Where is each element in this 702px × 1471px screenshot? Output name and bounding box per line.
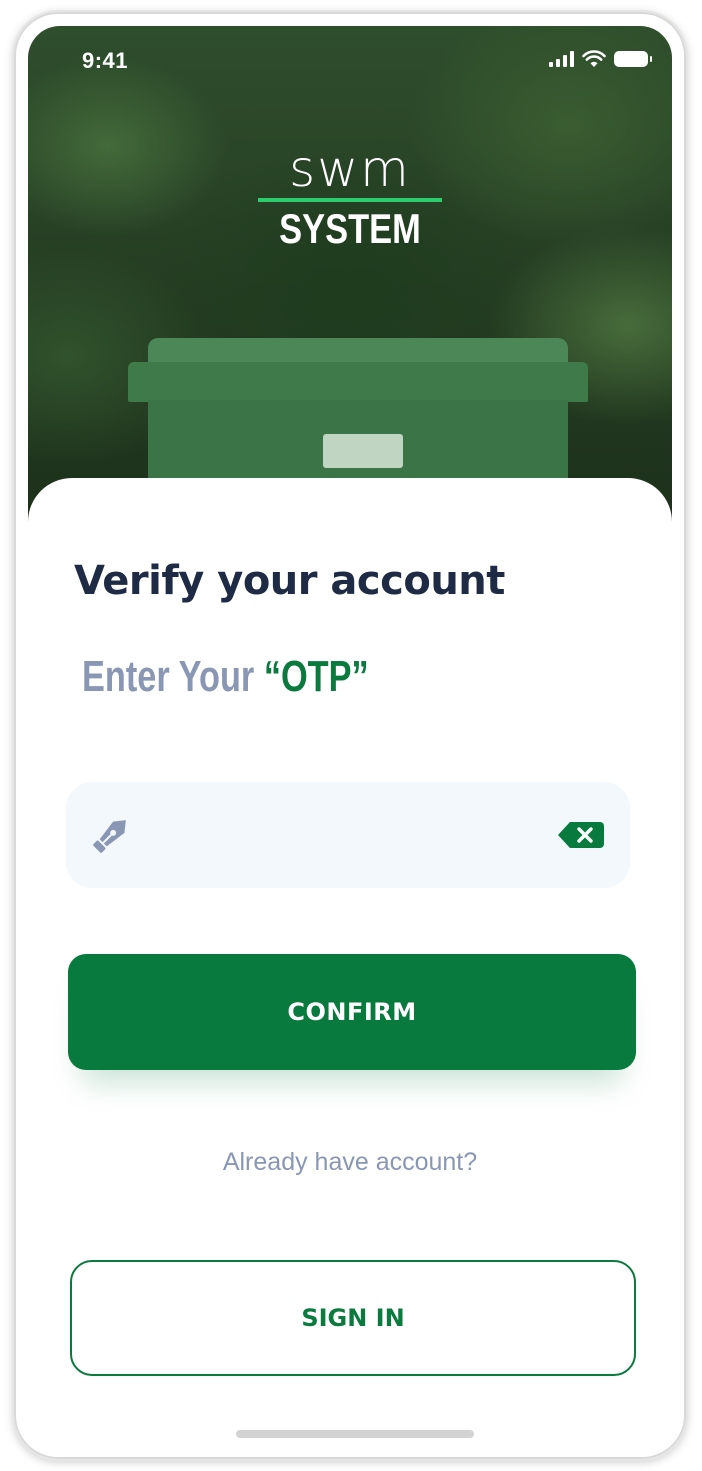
hero-photo: 9:41 swm SYSTEM bbox=[28, 26, 672, 550]
phone-frame: 9:41 swm SYSTEM Verify your account Ente… bbox=[14, 12, 686, 1459]
otp-prompt-prefix: Enter Your bbox=[82, 652, 264, 701]
wifi-icon bbox=[582, 50, 606, 67]
already-have-account-text: Already have account? bbox=[222, 1148, 478, 1176]
app-screen: 9:41 swm SYSTEM Verify your account Ente… bbox=[28, 26, 672, 1445]
pen-nib-icon bbox=[93, 820, 126, 853]
otp-prompt-highlight: “OTP” bbox=[263, 652, 369, 701]
verify-card: Verify your account Enter Your “OTP” CON… bbox=[28, 478, 672, 1445]
battery-icon bbox=[614, 51, 652, 67]
logo-bottom-text: SYSTEM bbox=[279, 205, 421, 252]
swm-system-logo: swm SYSTEM bbox=[258, 140, 442, 252]
home-indicator bbox=[236, 1430, 474, 1438]
logo-accent-line bbox=[258, 198, 442, 202]
status-time: 9:41 bbox=[82, 48, 129, 73]
page-title: Verify your account bbox=[74, 558, 505, 604]
logo-top-text: swm bbox=[289, 140, 411, 198]
otp-prompt: Enter Your “OTP” bbox=[82, 652, 369, 702]
otp-input[interactable] bbox=[152, 812, 546, 860]
confirm-button[interactable]: CONFIRM bbox=[68, 954, 636, 1070]
backspace-icon[interactable] bbox=[558, 822, 604, 848]
signal-icon bbox=[549, 51, 574, 67]
status-icons bbox=[549, 50, 652, 68]
otp-field[interactable] bbox=[66, 782, 630, 888]
sign-in-button[interactable]: SIGN IN bbox=[70, 1260, 636, 1376]
